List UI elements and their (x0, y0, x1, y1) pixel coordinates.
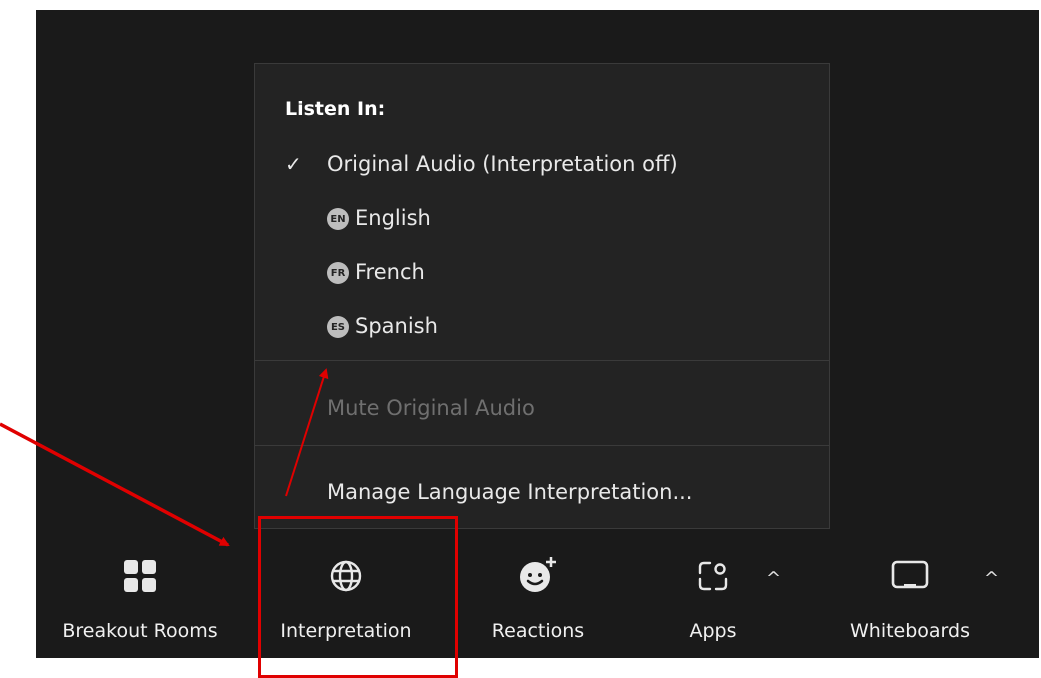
language-badge-icon: EN (327, 208, 349, 230)
menu-item-original-audio[interactable]: ✓ Original Audio (Interpretation off) (255, 144, 829, 184)
menu-item-french[interactable]: FR French (255, 252, 829, 292)
apps-icon (693, 556, 733, 596)
menu-item-label: French (355, 260, 425, 284)
menu-item-manage-language-interpretation[interactable]: Manage Language Interpretation... (255, 472, 829, 512)
menu-item-label: Spanish (355, 314, 438, 338)
menu-item-label: Mute Original Audio (327, 396, 535, 420)
language-badge-icon: ES (327, 316, 349, 338)
annotation-highlight-box (258, 516, 458, 678)
apps-button[interactable]: Apps (648, 540, 778, 658)
smile-plus-icon (518, 556, 558, 596)
toolbar-label: Breakout Rooms (62, 620, 218, 642)
menu-item-label: Manage Language Interpretation... (327, 480, 693, 504)
menu-item-label: English (355, 206, 431, 230)
menu-header: Listen In: (285, 98, 386, 120)
toolbar-label: Apps (689, 620, 737, 642)
menu-item-mute-original-audio: Mute Original Audio (255, 388, 829, 428)
language-badge-icon: FR (327, 262, 349, 284)
breakout-rooms-button[interactable]: Breakout Rooms (36, 540, 244, 658)
toolbar-label: Reactions (491, 620, 585, 642)
menu-divider (255, 360, 829, 361)
meeting-toolbar: Breakout Rooms Interpretation Reactions … (36, 540, 1039, 658)
apps-caret-icon[interactable]: ^ (766, 568, 781, 589)
check-icon: ✓ (285, 152, 302, 176)
interpretation-menu: Listen In: ✓ Original Audio (Interpretat… (254, 63, 830, 529)
grid-icon (120, 556, 160, 596)
menu-item-label: Original Audio (Interpretation off) (327, 152, 678, 176)
whiteboard-icon (890, 556, 930, 596)
toolbar-label: Whiteboards (849, 620, 970, 642)
whiteboards-caret-icon[interactable]: ^ (984, 568, 999, 589)
whiteboards-button[interactable]: Whiteboards (822, 540, 998, 658)
menu-item-english[interactable]: EN English (255, 198, 829, 238)
reactions-button[interactable]: Reactions (448, 540, 628, 658)
menu-item-spanish[interactable]: ES Spanish (255, 306, 829, 346)
menu-divider (255, 445, 829, 446)
